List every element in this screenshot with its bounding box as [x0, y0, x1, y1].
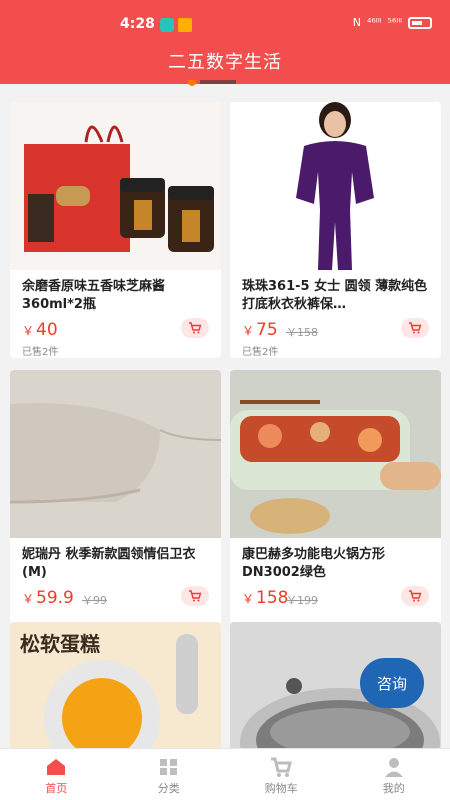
product-card[interactable]: 珠珠361-5 女士 圆领 薄款纯色打底秋衣秋裤保… ￥ 75 ￥158 已售2件 [230, 102, 441, 358]
sold-count: 已售2件 [242, 347, 279, 358]
product-price: ￥ 40 [22, 320, 58, 340]
product-price: ￥ 158 [242, 588, 289, 608]
cart-icon [271, 757, 293, 777]
product-image-hotpot[interactable] [230, 370, 441, 538]
product-card[interactable]: 康巴赫多功能电火锅方形DN3002绿色 ￥ 158 ￥199 [230, 370, 441, 626]
tab-label: 我的 [382, 782, 405, 795]
tab-profile[interactable]: 我的 [338, 749, 450, 800]
status-time: 4:28 [120, 16, 155, 32]
tab-home[interactable]: 首页 [0, 749, 113, 800]
tab-label: 购物车 [264, 782, 298, 795]
product-price: ￥ 59.9 [22, 588, 74, 608]
tab-cart[interactable]: 购物车 [225, 749, 338, 800]
product-card[interactable]: 妮瑞丹 秋季新款圆领情侣卫衣(M) ￥ 59.9 ￥99 [10, 370, 221, 626]
add-to-cart-button[interactable] [401, 318, 429, 338]
banner-text: 松软蛋糕 [20, 632, 100, 656]
app-notification-icon [160, 18, 174, 32]
tab-label: 分类 [157, 782, 180, 795]
signal-2-icon: ⁵⁶ᴵˡˡ [387, 16, 402, 29]
cart-icon [189, 322, 202, 334]
product-image-cake-maker[interactable]: 松软蛋糕 [10, 622, 221, 748]
section-heading-clip [200, 80, 236, 84]
product-name[interactable]: 珠珠361-5 女士 圆领 薄款纯色打底秋衣秋裤保… [242, 278, 432, 314]
product-name[interactable]: 余磨香原味五香味芝麻酱360ml*2瓶 [22, 278, 212, 314]
product-name[interactable]: 康巴赫多功能电火锅方形DN3002绿色 [242, 546, 432, 582]
original-price: ￥158 [286, 326, 318, 339]
product-image-hoodie[interactable] [10, 370, 221, 538]
product-card[interactable]: 余磨香原味五香味芝麻酱360ml*2瓶 ￥ 40 已售2件 [10, 102, 221, 358]
battery-icon [408, 16, 432, 29]
status-indicators: N ⁴⁶ᴵˡˡ ⁵⁶ᴵˡˡ [353, 16, 432, 29]
product-image-thermal-wear[interactable] [230, 102, 441, 270]
product-price: ￥ 75 [242, 320, 278, 340]
bottom-tab-bar: 首页 分类 购物车 我的 [0, 748, 450, 800]
cart-icon [409, 590, 422, 602]
category-icon [159, 759, 177, 775]
product-feed[interactable]: 余磨香原味五香味芝麻酱360ml*2瓶 ￥ 40 已售2件 珠珠361-5 女士 … [0, 84, 450, 748]
home-icon [47, 759, 66, 775]
signal-1-icon: ⁴⁶ᴵˡˡ [366, 16, 382, 29]
cart-icon [409, 322, 422, 334]
sold-count: 已售2件 [22, 347, 59, 358]
cart-icon [189, 590, 202, 602]
consult-button[interactable]: 咨询 [360, 658, 424, 708]
product-name[interactable]: 妮瑞丹 秋季新款圆领情侣卫衣(M) [22, 546, 212, 582]
section-heading-peek [188, 80, 248, 90]
add-to-cart-button[interactable] [181, 318, 209, 338]
tab-label: 首页 [45, 782, 68, 795]
original-price: ￥199 [286, 594, 318, 607]
app-header: 4:28 N ⁴⁶ᴵˡˡ ⁵⁶ᴵˡˡ 二五数字生活 [0, 0, 450, 84]
nfc-icon: N [352, 16, 361, 29]
user-icon [384, 758, 403, 777]
add-to-cart-button[interactable] [401, 586, 429, 606]
tab-category[interactable]: 分类 [113, 749, 226, 800]
product-card[interactable]: 松软蛋糕 [10, 622, 221, 748]
notification-badge-icon [178, 18, 192, 32]
original-price: ￥99 [82, 594, 107, 607]
product-image-sesame[interactable] [10, 102, 221, 270]
add-to-cart-button[interactable] [181, 586, 209, 606]
section-dot-icon [188, 80, 196, 86]
page-title: 二五数字生活 [168, 52, 282, 73]
status-bar: 4:28 N ⁴⁶ᴵˡˡ ⁵⁶ᴵˡˡ [0, 14, 450, 36]
